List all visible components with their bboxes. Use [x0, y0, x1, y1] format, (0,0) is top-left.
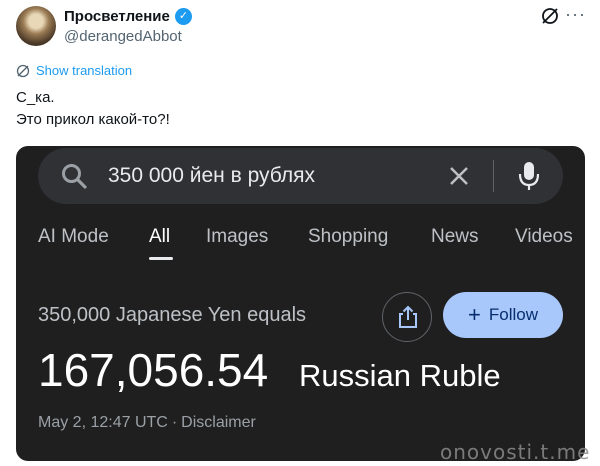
- microphone-icon: [518, 162, 540, 190]
- conversion-description: 350,000 Japanese Yen equals: [38, 304, 307, 326]
- avatar[interactable]: [16, 6, 56, 46]
- search-divider: [493, 160, 494, 192]
- follow-button: + Follow: [443, 292, 563, 338]
- grok-icon[interactable]: [540, 6, 560, 26]
- result-unit: Russian Ruble: [299, 358, 501, 393]
- watermark: onovosti.t.me: [440, 440, 591, 464]
- separator: ·: [171, 414, 178, 431]
- share-icon: [399, 305, 417, 328]
- result-footer: May 2, 12:47 UTC · Disclaimer: [38, 414, 256, 432]
- more-options-icon[interactable]: ···: [565, 4, 586, 24]
- tab-videos: Videos: [515, 226, 573, 247]
- author-name[interactable]: Просветление: [64, 8, 170, 25]
- timestamp: May 2, 12:47 UTC: [38, 414, 168, 431]
- tweet-text-line-2: Это прикол какой-то?!: [16, 111, 170, 128]
- verified-badge-icon: ✓: [175, 8, 192, 25]
- tab-news: News: [431, 226, 479, 247]
- clear-icon: [450, 167, 468, 185]
- active-tab-indicator: [149, 257, 173, 260]
- disclaimer-link: Disclaimer: [181, 414, 256, 431]
- share-button: [382, 292, 432, 342]
- plus-icon: +: [468, 302, 481, 327]
- show-translation-link[interactable]: Show translation: [36, 63, 132, 78]
- tab-ai-mode: AI Mode: [38, 226, 109, 247]
- result-value: 167,056.54: [38, 344, 269, 396]
- search-icon: [62, 164, 87, 189]
- follow-label: Follow: [488, 305, 538, 324]
- show-translation[interactable]: Show translation: [16, 63, 132, 78]
- tab-images: Images: [206, 226, 269, 247]
- attached-image[interactable]: 350 000 йен в рублях AI Mode All Images …: [16, 146, 585, 461]
- search-bar: 350 000 йен в рублях: [38, 148, 563, 204]
- author-handle[interactable]: @derangedAbbot: [64, 28, 182, 45]
- translate-icon: [16, 64, 30, 77]
- tweet-text-line-1: С_ка.: [16, 89, 55, 106]
- search-query: 350 000 йен в рублях: [108, 164, 315, 187]
- tab-all: All: [149, 226, 171, 247]
- tab-shopping: Shopping: [308, 226, 389, 247]
